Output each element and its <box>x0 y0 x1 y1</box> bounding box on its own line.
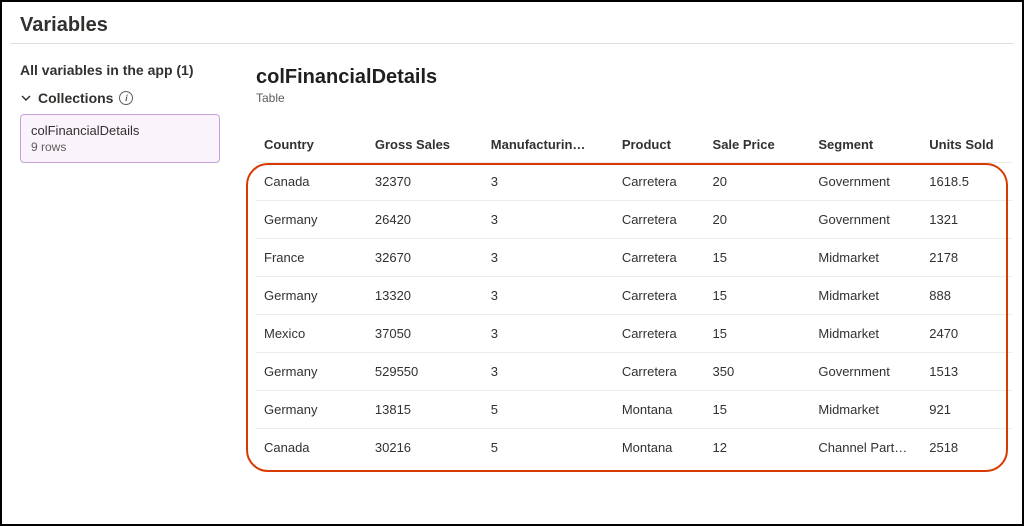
column-header[interactable]: Manufacturin… <box>483 129 614 163</box>
table-cell: 921 <box>921 391 1012 429</box>
table-cell: Carretera <box>614 315 705 353</box>
main-panel: colFinancialDetails Table <box>234 44 1022 524</box>
table-cell: 15 <box>705 391 811 429</box>
table-cell: Germany <box>256 277 367 315</box>
table-cell: Canada <box>256 163 367 201</box>
table-cell: Midmarket <box>810 391 921 429</box>
table-row[interactable]: Germany5295503Carretera350Government1513 <box>256 353 1012 391</box>
table-cell: 3 <box>483 239 614 277</box>
sidebar-heading-text: All variables in the app <box>20 62 173 78</box>
table-cell: 13320 <box>367 277 483 315</box>
table-row[interactable]: Canada302165Montana12Channel Partners251… <box>256 429 1012 467</box>
table-cell: 5 <box>483 429 614 467</box>
column-header[interactable]: Segment <box>810 129 921 163</box>
table-cell: 2470 <box>921 315 1012 353</box>
table-cell: 20 <box>705 201 811 239</box>
table-cell: 13815 <box>367 391 483 429</box>
table-cell: Midmarket <box>810 315 921 353</box>
table-cell: Canada <box>256 429 367 467</box>
table-cell: 15 <box>705 239 811 277</box>
table-cell: Montana <box>614 429 705 467</box>
table-cell: 37050 <box>367 315 483 353</box>
table-cell: Midmarket <box>810 239 921 277</box>
table-cell: Germany <box>256 391 367 429</box>
table-cell: 12 <box>705 429 811 467</box>
sidebar-section-label: Collections <box>38 90 113 106</box>
data-table: Country Gross Sales Manufacturin… Produc… <box>256 129 1012 466</box>
table-cell: 30216 <box>367 429 483 467</box>
table-cell: Carretera <box>614 201 705 239</box>
column-header[interactable]: Units Sold <box>921 129 1012 163</box>
table-cell: 1513 <box>921 353 1012 391</box>
table-row[interactable]: Germany264203Carretera20Government1321 <box>256 201 1012 239</box>
table-cell: 2178 <box>921 239 1012 277</box>
sidebar-count: (1) <box>176 62 193 78</box>
table-row[interactable]: France326703Carretera15Midmarket2178 <box>256 239 1012 277</box>
table-cell: Carretera <box>614 163 705 201</box>
table-cell: Channel Partners <box>810 429 921 467</box>
table-cell: Montana <box>614 391 705 429</box>
table-cell: 32670 <box>367 239 483 277</box>
table-cell: Germany <box>256 353 367 391</box>
table-cell: 1618.5 <box>921 163 1012 201</box>
table-cell: Government <box>810 201 921 239</box>
table-cell: 3 <box>483 277 614 315</box>
table-cell: 3 <box>483 353 614 391</box>
table-row[interactable]: Germany138155Montana15Midmarket921 <box>256 391 1012 429</box>
table-cell: 15 <box>705 277 811 315</box>
table-cell: Government <box>810 163 921 201</box>
chevron-down-icon <box>20 92 32 104</box>
table-cell: 3 <box>483 201 614 239</box>
column-header[interactable]: Country <box>256 129 367 163</box>
table-cell: 529550 <box>367 353 483 391</box>
table-row[interactable]: Germany133203Carretera15Midmarket888 <box>256 277 1012 315</box>
table-cell: 888 <box>921 277 1012 315</box>
collection-card-name: colFinancialDetails <box>31 123 209 138</box>
table-cell: 1321 <box>921 201 1012 239</box>
table-cell: Carretera <box>614 239 705 277</box>
collection-title: colFinancialDetails <box>256 66 1012 89</box>
page-title: Variables <box>2 2 1022 43</box>
table-cell: Government <box>810 353 921 391</box>
table-cell: 3 <box>483 315 614 353</box>
table-cell: 5 <box>483 391 614 429</box>
table-cell: 26420 <box>367 201 483 239</box>
table-cell: 350 <box>705 353 811 391</box>
table-row[interactable]: Canada323703Carretera20Government1618.5 <box>256 163 1012 201</box>
table-row[interactable]: Mexico370503Carretera15Midmarket2470 <box>256 315 1012 353</box>
table-cell: Carretera <box>614 277 705 315</box>
table-cell: France <box>256 239 367 277</box>
table-cell: 20 <box>705 163 811 201</box>
table-cell: 32370 <box>367 163 483 201</box>
table-header-row: Country Gross Sales Manufacturin… Produc… <box>256 129 1012 163</box>
column-header[interactable]: Sale Price <box>705 129 811 163</box>
table-cell: Mexico <box>256 315 367 353</box>
collection-card[interactable]: colFinancialDetails 9 rows <box>20 114 220 163</box>
table-cell: 15 <box>705 315 811 353</box>
collection-card-rows: 9 rows <box>31 140 209 154</box>
sidebar: All variables in the app (1) Collections… <box>2 44 234 524</box>
column-header[interactable]: Product <box>614 129 705 163</box>
table-cell: 3 <box>483 163 614 201</box>
table-cell: 2518 <box>921 429 1012 467</box>
sidebar-section-collections[interactable]: Collections i <box>20 90 220 106</box>
table-cell: Carretera <box>614 353 705 391</box>
table-cell: Germany <box>256 201 367 239</box>
sidebar-heading: All variables in the app (1) <box>20 62 220 78</box>
table-cell: Midmarket <box>810 277 921 315</box>
collection-type-label: Table <box>256 91 1012 105</box>
column-header[interactable]: Gross Sales <box>367 129 483 163</box>
info-icon[interactable]: i <box>119 91 133 105</box>
